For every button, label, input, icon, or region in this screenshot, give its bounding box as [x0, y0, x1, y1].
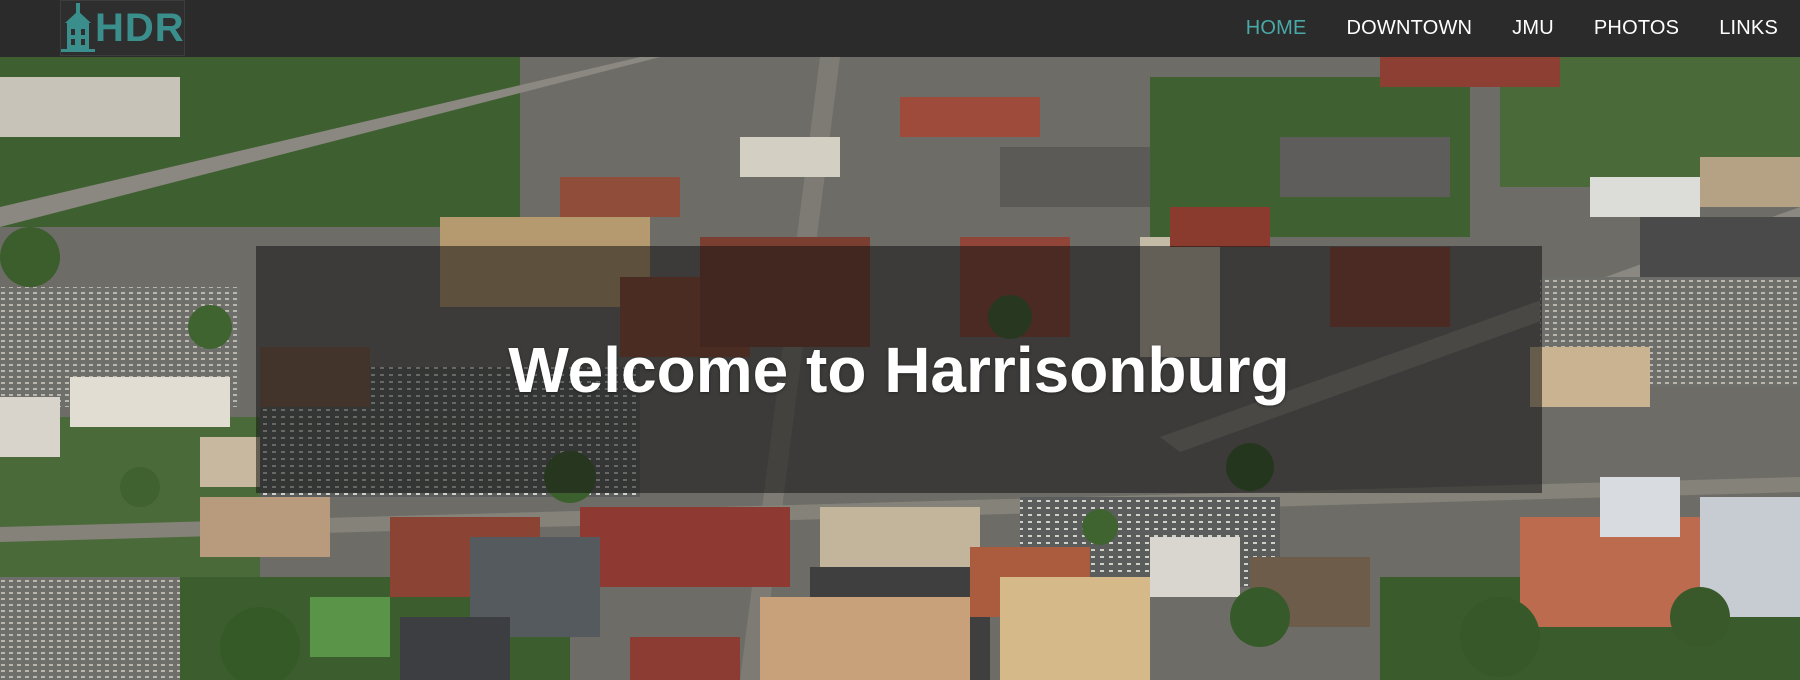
nav-photos[interactable]: PHOTOS [1594, 17, 1679, 40]
top-navbar: HDR HOME DOWNTOWN JMU PHOTOS LINKS [0, 0, 1800, 57]
hero-title: Welcome to Harrisonburg [508, 333, 1290, 406]
nav-home[interactable]: HOME [1246, 17, 1307, 40]
main-nav: HOME DOWNTOWN JMU PHOTOS LINKS [1246, 0, 1778, 57]
building-icon [61, 3, 95, 52]
hero-overlay: Welcome to Harrisonburg [256, 246, 1542, 493]
hero-section: Welcome to Harrisonburg [0, 57, 1800, 680]
nav-downtown[interactable]: DOWNTOWN [1347, 17, 1473, 40]
site-logo[interactable]: HDR [60, 0, 185, 56]
nav-links[interactable]: LINKS [1719, 17, 1778, 40]
logo-text: HDR [95, 6, 185, 50]
nav-jmu[interactable]: JMU [1512, 17, 1554, 40]
